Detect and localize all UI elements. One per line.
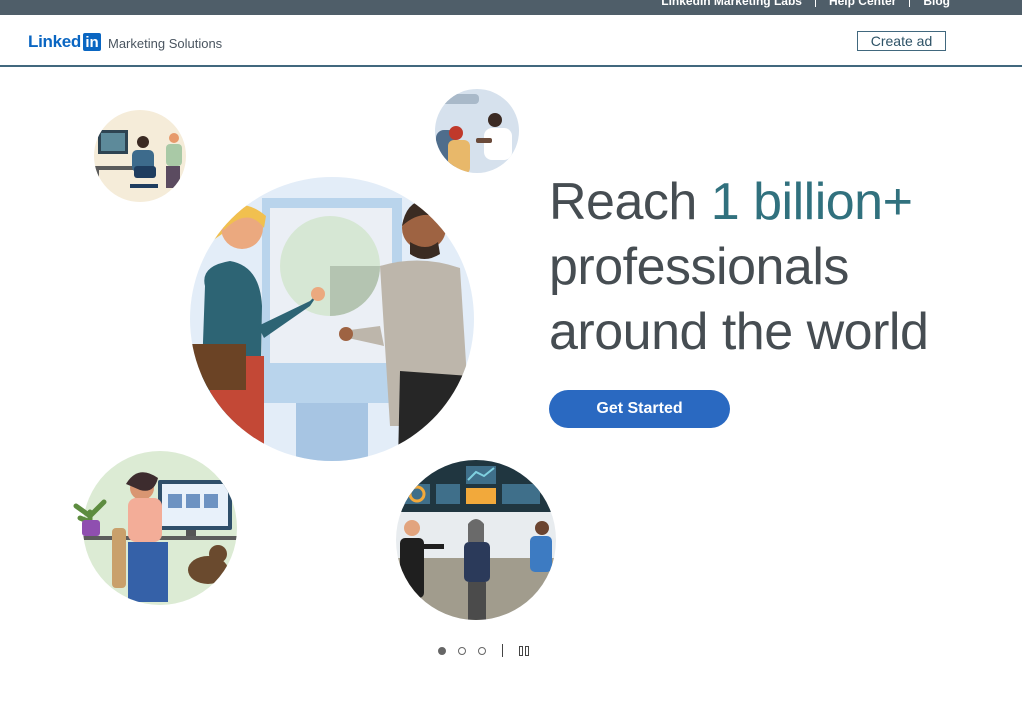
logo-subtitle: Marketing Solutions [108, 35, 223, 51]
blog-link[interactable]: Blog [923, 0, 950, 8]
headline-line-2: professionals [549, 238, 849, 296]
carousel-dot-1[interactable] [438, 646, 446, 655]
help-center-link[interactable]: Help Center [829, 0, 896, 8]
utility-divider [909, 0, 911, 7]
get-started-button[interactable]: Get Started [549, 390, 730, 428]
utility-bar: LinkedIn Marketing Labs Help Center Blog [0, 0, 1022, 15]
logo-in-box: in [83, 33, 101, 51]
create-ad-button[interactable]: Create ad [857, 31, 946, 51]
utility-divider [814, 0, 816, 7]
marketing-labs-link[interactable]: LinkedIn Marketing Labs [661, 0, 802, 8]
headline-line-3: around the world [549, 303, 929, 361]
logo-wordmark: Linked [28, 32, 81, 51]
pause-icon[interactable] [519, 645, 529, 656]
site-header: Linked in Marketing Solutions Create ad [0, 15, 1022, 67]
carousel-dot-3[interactable] [478, 646, 486, 655]
remote-work-illustration [73, 451, 237, 605]
headline-accent: 1 billion+ [710, 173, 913, 231]
utility-links: LinkedIn Marketing Labs Help Center Blog [661, 0, 950, 8]
carousel-controls [438, 644, 529, 657]
carousel-divider [502, 644, 503, 657]
headline-prefix: Reach [549, 173, 711, 231]
whiteboard-meeting-illustration [190, 177, 474, 461]
carousel-dot-2[interactable] [458, 646, 466, 655]
linkedin-logo[interactable]: Linked in Marketing Solutions [28, 32, 222, 52]
hero-headline: Reach 1 billion+ professionals around th… [549, 170, 929, 365]
dentist-illustration [435, 89, 519, 173]
analytics-meeting-illustration [396, 460, 556, 620]
